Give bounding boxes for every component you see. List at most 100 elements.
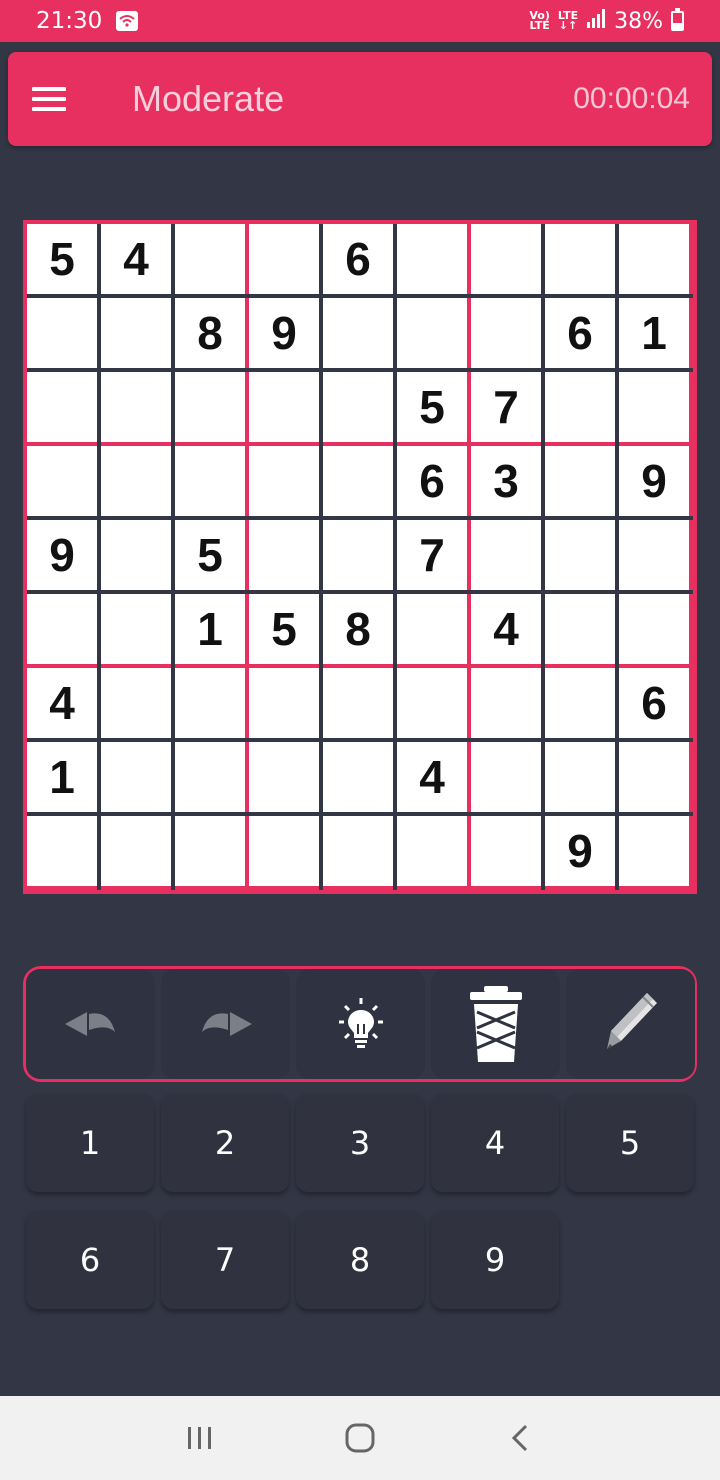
- sudoku-cell[interactable]: [249, 668, 319, 738]
- sudoku-cell[interactable]: [249, 520, 319, 590]
- sudoku-cell[interactable]: [27, 298, 97, 368]
- sudoku-cell[interactable]: 9: [545, 816, 615, 886]
- sudoku-cell[interactable]: [471, 742, 541, 812]
- sudoku-cell[interactable]: 6: [397, 446, 467, 516]
- sudoku-cell[interactable]: [323, 816, 393, 886]
- sudoku-cell[interactable]: [619, 594, 689, 664]
- sudoku-cell[interactable]: [471, 816, 541, 886]
- number-button-6[interactable]: 6: [26, 1211, 154, 1309]
- sudoku-cell[interactable]: [471, 520, 541, 590]
- sudoku-cell[interactable]: 9: [249, 298, 319, 368]
- recent-apps-button[interactable]: [170, 1408, 230, 1468]
- sudoku-cell[interactable]: [249, 372, 319, 442]
- number-button-5[interactable]: 5: [566, 1094, 694, 1192]
- number-button-1[interactable]: 1: [26, 1094, 154, 1192]
- sudoku-cell[interactable]: [545, 446, 615, 516]
- redo-button[interactable]: [161, 969, 290, 1079]
- sudoku-cell[interactable]: [101, 816, 171, 886]
- number-button-9[interactable]: 9: [431, 1211, 559, 1309]
- recent-apps-icon: [188, 1427, 211, 1449]
- sudoku-cell[interactable]: [397, 594, 467, 664]
- home-button[interactable]: [330, 1408, 390, 1468]
- sudoku-cell[interactable]: [101, 372, 171, 442]
- sudoku-cell[interactable]: [27, 446, 97, 516]
- sudoku-cell[interactable]: [323, 668, 393, 738]
- notes-button[interactable]: [566, 969, 695, 1079]
- sudoku-cell[interactable]: 3: [471, 446, 541, 516]
- sudoku-cell[interactable]: 1: [27, 742, 97, 812]
- sudoku-cell[interactable]: 8: [323, 594, 393, 664]
- sudoku-cell[interactable]: 4: [27, 668, 97, 738]
- sudoku-cell[interactable]: 7: [397, 520, 467, 590]
- sudoku-cell[interactable]: [323, 372, 393, 442]
- sudoku-cell[interactable]: 1: [175, 594, 245, 664]
- sudoku-cell[interactable]: [101, 742, 171, 812]
- sudoku-cell[interactable]: [471, 668, 541, 738]
- erase-button[interactable]: [431, 969, 560, 1079]
- sudoku-cell[interactable]: 5: [175, 520, 245, 590]
- sudoku-cell[interactable]: [27, 816, 97, 886]
- sudoku-cell[interactable]: [397, 224, 467, 294]
- sudoku-cell[interactable]: [545, 668, 615, 738]
- sudoku-cell[interactable]: 1: [619, 298, 689, 368]
- sudoku-cell[interactable]: [397, 668, 467, 738]
- sudoku-cell[interactable]: [175, 224, 245, 294]
- sudoku-cell[interactable]: [397, 816, 467, 886]
- sudoku-cell[interactable]: [545, 520, 615, 590]
- sudoku-cell[interactable]: [323, 520, 393, 590]
- sudoku-cell[interactable]: [619, 742, 689, 812]
- sudoku-cell[interactable]: [175, 742, 245, 812]
- menu-button[interactable]: [32, 74, 82, 124]
- sudoku-cell[interactable]: [249, 742, 319, 812]
- sudoku-cell[interactable]: [175, 372, 245, 442]
- sudoku-cell[interactable]: [619, 224, 689, 294]
- sudoku-cell[interactable]: 7: [471, 372, 541, 442]
- sudoku-cell[interactable]: 5: [27, 224, 97, 294]
- sudoku-cell[interactable]: [619, 372, 689, 442]
- sudoku-cell[interactable]: [101, 520, 171, 590]
- number-button-2[interactable]: 2: [161, 1094, 289, 1192]
- undo-button[interactable]: [26, 969, 155, 1079]
- sudoku-cell[interactable]: [27, 594, 97, 664]
- sudoku-cell[interactable]: [101, 298, 171, 368]
- sudoku-cell[interactable]: [471, 224, 541, 294]
- number-button-7[interactable]: 7: [161, 1211, 289, 1309]
- sudoku-cell[interactable]: 6: [619, 668, 689, 738]
- sudoku-cell[interactable]: 8: [175, 298, 245, 368]
- sudoku-cell[interactable]: [545, 594, 615, 664]
- sudoku-cell[interactable]: 9: [27, 520, 97, 590]
- sudoku-cell[interactable]: 9: [619, 446, 689, 516]
- sudoku-cell[interactable]: [101, 668, 171, 738]
- sudoku-cell[interactable]: [249, 816, 319, 886]
- sudoku-cell[interactable]: [175, 668, 245, 738]
- back-button[interactable]: [490, 1408, 550, 1468]
- sudoku-cell[interactable]: 5: [249, 594, 319, 664]
- sudoku-cell[interactable]: [27, 372, 97, 442]
- sudoku-cell[interactable]: [175, 816, 245, 886]
- sudoku-cell[interactable]: [323, 298, 393, 368]
- sudoku-cell[interactable]: [619, 816, 689, 886]
- sudoku-cell[interactable]: 4: [101, 224, 171, 294]
- sudoku-cell[interactable]: [545, 742, 615, 812]
- number-button-4[interactable]: 4: [431, 1094, 559, 1192]
- sudoku-cell[interactable]: [249, 446, 319, 516]
- sudoku-cell[interactable]: 4: [397, 742, 467, 812]
- sudoku-cell[interactable]: [175, 446, 245, 516]
- hint-button[interactable]: [296, 969, 425, 1079]
- sudoku-cell[interactable]: [471, 298, 541, 368]
- sudoku-cell[interactable]: [619, 520, 689, 590]
- sudoku-cell[interactable]: 6: [323, 224, 393, 294]
- number-button-8[interactable]: 8: [296, 1211, 424, 1309]
- sudoku-cell[interactable]: [397, 298, 467, 368]
- number-button-3[interactable]: 3: [296, 1094, 424, 1192]
- sudoku-cell[interactable]: [323, 742, 393, 812]
- sudoku-cell[interactable]: [545, 224, 615, 294]
- sudoku-cell[interactable]: [101, 594, 171, 664]
- sudoku-cell[interactable]: 4: [471, 594, 541, 664]
- sudoku-cell[interactable]: [101, 446, 171, 516]
- sudoku-cell[interactable]: [545, 372, 615, 442]
- sudoku-cell[interactable]: 6: [545, 298, 615, 368]
- sudoku-cell[interactable]: [249, 224, 319, 294]
- sudoku-cell[interactable]: 5: [397, 372, 467, 442]
- sudoku-cell[interactable]: [323, 446, 393, 516]
